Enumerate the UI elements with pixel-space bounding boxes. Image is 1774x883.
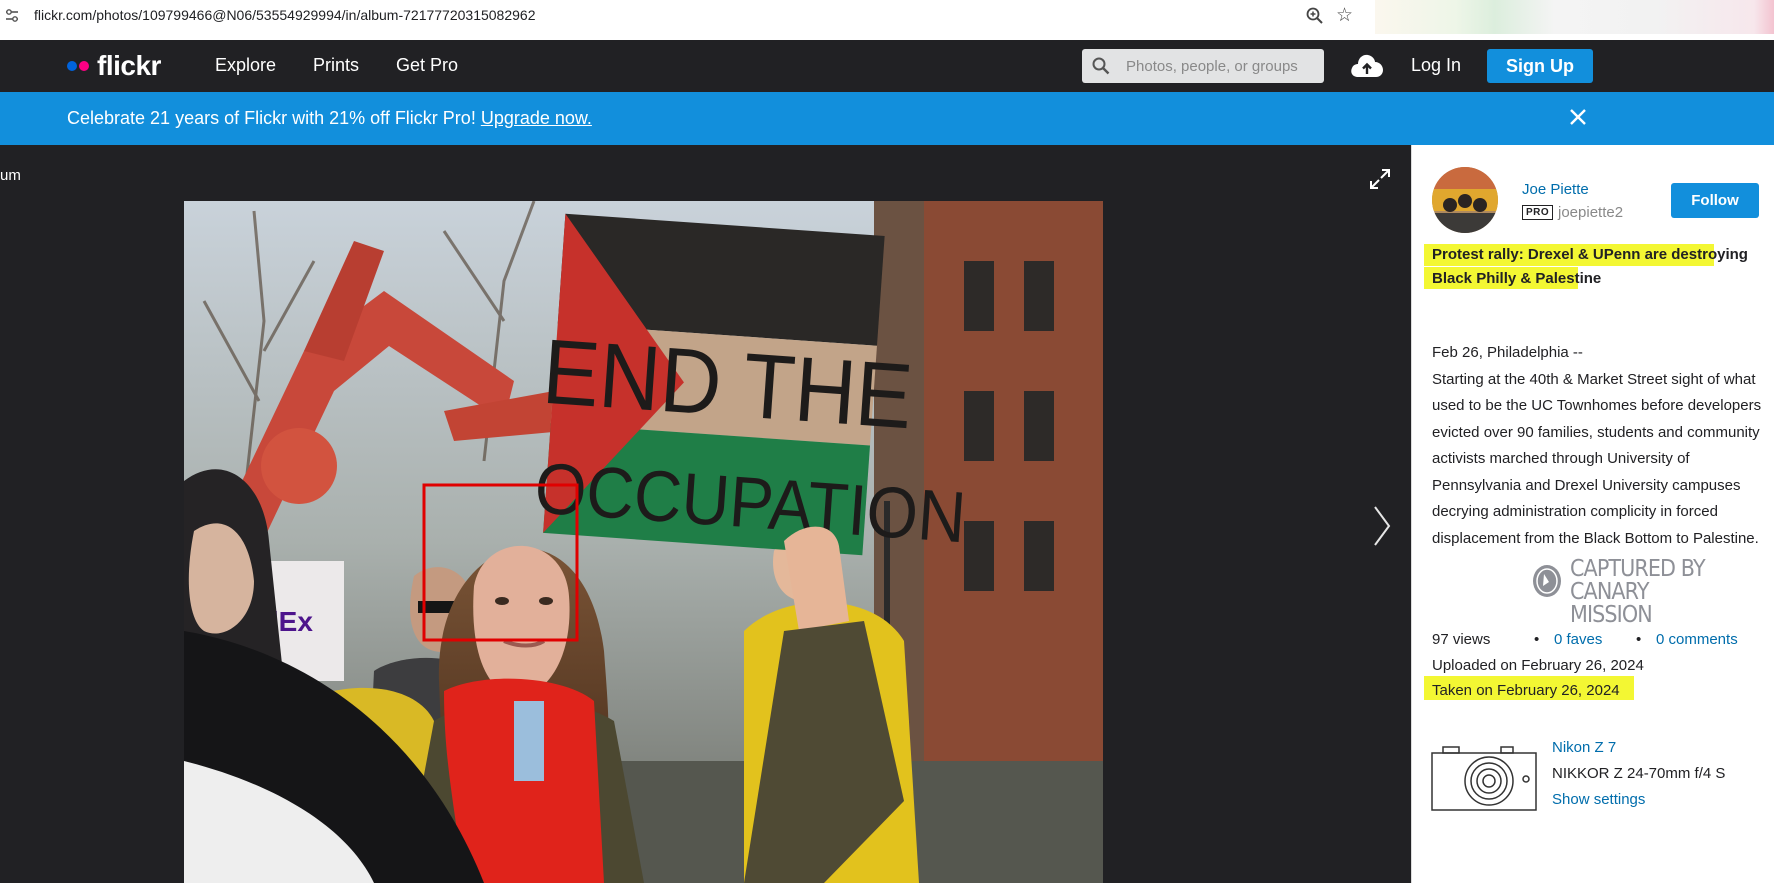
photo-stats: 97 views • 0 faves • 0 comments <box>1432 631 1764 651</box>
author-name[interactable]: Joe Piette <box>1522 181 1589 198</box>
description-text: Feb 26, Philadelphia -- Starting at the … <box>1432 344 1762 547</box>
follow-button[interactable]: Follow <box>1671 183 1759 218</box>
flickr-logo[interactable]: flickr <box>67 46 161 86</box>
avatar[interactable] <box>1432 167 1498 233</box>
protest-photo[interactable]: edEx END THE OCCUPATION <box>184 201 1103 883</box>
comments-link[interactable]: 0 comments <box>1656 631 1738 648</box>
star-icon[interactable]: ☆ <box>1336 4 1353 27</box>
author-username[interactable]: joepiette2 <box>1558 204 1623 221</box>
nav-prints[interactable]: Prints <box>313 55 359 76</box>
logo-blue-dot <box>67 61 77 71</box>
search-icon <box>1092 57 1110 75</box>
close-icon[interactable] <box>1567 106 1589 128</box>
logo-pink-dot <box>79 61 89 71</box>
photo-description: Feb 26, Philadelphia -- Starting at the … <box>1432 340 1764 552</box>
stats-separator: • <box>1636 631 1642 648</box>
stats-separator: • <box>1534 631 1540 648</box>
taken-date: Taken on February 26, 2024 <box>1432 682 1620 699</box>
back-to-album-link[interactable]: um <box>0 167 21 184</box>
nav-explore[interactable]: Explore <box>215 55 276 76</box>
logo-text: flickr <box>97 50 161 81</box>
chevron-right-icon[interactable] <box>1372 505 1392 547</box>
canary-mission-logo <box>1533 565 1561 597</box>
views-count: 97 views <box>1432 631 1491 648</box>
camera-icon <box>1431 746 1537 811</box>
photo-title-line1: Protest rally: Drexel & UPenn are destro… <box>1432 246 1748 263</box>
canary-mission-watermark: CAPTURED BY CANARY MISSION <box>1532 558 1732 627</box>
photo-viewer: um edEx END THE OCCUPATION <box>0 145 1411 883</box>
signup-button[interactable]: Sign Up <box>1487 49 1593 83</box>
info-panel: Joe Piette PRO joepiette2 Follow Protest… <box>1411 145 1774 883</box>
zoom-icon[interactable] <box>1305 6 1325 26</box>
uploaded-date: Uploaded on February 26, 2024 <box>1432 657 1644 674</box>
watermark-line1: CAPTURED BY <box>1570 556 1706 582</box>
upload-cloud-icon[interactable] <box>1349 51 1385 79</box>
navbar: flickr Explore Prints Get Pro Photos, pe… <box>0 40 1774 92</box>
nav-get-pro[interactable]: Get Pro <box>396 55 458 76</box>
promo-banner: Celebrate 21 years of Flickr with 21% of… <box>0 92 1774 145</box>
login-link[interactable]: Log In <box>1411 55 1461 76</box>
watermark-text: CAPTURED BY CANARY MISSION <box>1570 558 1716 627</box>
banner-message: Celebrate 21 years of Flickr with 21% of… <box>67 108 481 128</box>
watermark-line2: CANARY MISSION <box>1570 579 1653 628</box>
lens-name: NIKKOR Z 24-70mm f/4 S <box>1552 765 1726 782</box>
faves-link[interactable]: 0 faves <box>1554 631 1602 648</box>
pro-badge: PRO <box>1522 205 1554 220</box>
camera-name-link[interactable]: Nikon Z 7 <box>1552 739 1616 756</box>
search-input[interactable]: Photos, people, or groups <box>1082 49 1324 83</box>
photo-title-line2: Black Philly & Palestine <box>1432 270 1602 287</box>
blurred-extensions <box>1375 0 1774 34</box>
url-text[interactable]: flickr.com/photos/109799466@N06/53554929… <box>34 7 536 23</box>
show-settings-link[interactable]: Show settings <box>1552 791 1645 808</box>
upgrade-link[interactable]: Upgrade now. <box>481 108 592 128</box>
expand-icon[interactable] <box>1368 167 1392 191</box>
browser-address-bar: flickr.com/photos/109799466@N06/53554929… <box>0 0 1774 34</box>
banner-text: Celebrate 21 years of Flickr with 21% of… <box>67 108 592 129</box>
site-info-icon[interactable] <box>5 8 19 24</box>
search-placeholder: Photos, people, or groups <box>1126 58 1298 75</box>
